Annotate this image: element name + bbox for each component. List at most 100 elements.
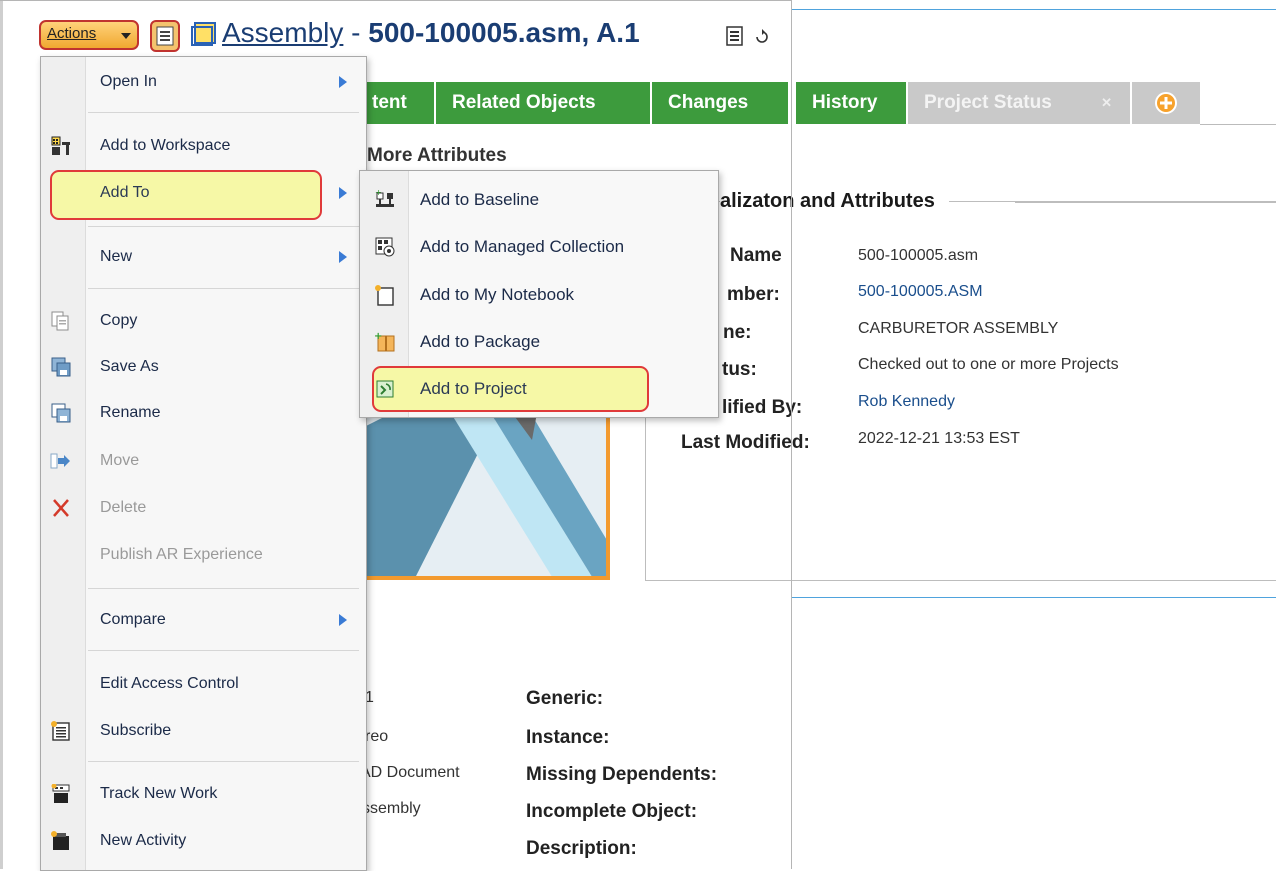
menu-item-edit-access-control[interactable]: Edit Access Control — [40, 665, 365, 703]
save-as-icon — [51, 357, 71, 377]
menu-item-save-as[interactable]: Save As — [40, 348, 365, 386]
submenu-item-add-to-package[interactable]: + Add to Package — [360, 319, 718, 365]
attr-value-number[interactable]: 500-100005.ASM — [858, 283, 983, 301]
submenu-item-add-to-managed-collection[interactable]: Add to Managed Collection — [360, 224, 718, 270]
submenu-item-label: Add to My Notebook — [420, 285, 575, 304]
menu-item-label: Delete — [100, 499, 147, 516]
submenu-item-add-to-baseline[interactable]: + Add to Baseline — [360, 177, 718, 223]
object-type-label[interactable]: Assembly — [222, 17, 343, 48]
actions-button[interactable]: Actions — [39, 20, 139, 50]
attr-label-number: mber: — [727, 284, 780, 305]
menu-item-open-in[interactable]: Open In — [40, 63, 365, 101]
lower-value-type: AD Document — [360, 764, 460, 781]
menu-item-new[interactable]: New — [40, 238, 365, 276]
assembly-icon — [191, 22, 216, 46]
baseline-icon: + — [375, 189, 394, 207]
submenu-arrow-icon — [339, 187, 347, 199]
tab-label: History — [812, 92, 878, 113]
menu-item-label: Edit Access Control — [100, 675, 239, 692]
svg-text:+: + — [374, 331, 382, 342]
menu-separator — [88, 112, 359, 113]
attr-value-status: Checked out to one or more Projects — [858, 356, 1119, 373]
copy-icon — [51, 311, 69, 331]
refresh-icon[interactable] — [753, 28, 771, 46]
menu-item-label: Rename — [100, 404, 161, 421]
package-icon: + — [374, 331, 395, 352]
menu-item-add-to-workspace[interactable]: Add to Workspace — [40, 127, 365, 165]
attr-label-name: Name — [730, 245, 782, 266]
tab-label: tent — [372, 92, 407, 113]
attr-value-modified-by[interactable]: Rob Kennedy — [858, 393, 955, 411]
submenu-item-label: Add to Baseline — [420, 190, 540, 209]
tab-related-objects[interactable]: Related Objects — [436, 82, 650, 124]
more-attributes-link[interactable]: More Attributes — [367, 145, 507, 167]
attr-label-status: tus: — [722, 359, 757, 380]
frame-right-edge — [791, 0, 792, 869]
submenu-item-label: Add to Project — [420, 379, 527, 398]
menu-separator — [88, 650, 359, 651]
menu-separator — [88, 226, 359, 227]
menu-separator — [88, 761, 359, 762]
model-thumbnail-image — [354, 402, 606, 576]
tab-content[interactable]: tent — [356, 82, 434, 124]
menu-item-subscribe[interactable]: Subscribe — [40, 712, 365, 750]
menu-item-delete: Delete — [40, 489, 365, 527]
section-title-line — [1015, 202, 1276, 203]
managed-collection-icon — [375, 237, 395, 257]
document-list-icon — [156, 26, 174, 46]
attr-label-name2: ne: — [723, 322, 752, 343]
project-icon — [376, 380, 394, 398]
menu-item-label: Move — [100, 452, 140, 469]
divider-top — [792, 9, 1276, 10]
menu-item-add-to[interactable]: Add To — [40, 174, 365, 212]
tab-label: Project Status — [924, 92, 1052, 113]
actions-menu-items: Open In Add to Workspace Add To New Copy — [40, 56, 365, 869]
menu-item-move: Move — [40, 442, 365, 480]
add-tab-button[interactable] — [1132, 82, 1200, 124]
tab-underline — [1200, 124, 1276, 125]
actions-button-label: Actions — [47, 25, 97, 42]
menu-item-new-activity[interactable]: New Activity — [40, 822, 365, 860]
menu-item-copy[interactable]: Copy — [40, 302, 365, 340]
attr-value-name: 500-100005.asm — [858, 247, 979, 264]
submenu-item-add-to-my-notebook[interactable]: Add to My Notebook — [360, 272, 718, 318]
frame-left-edge — [0, 0, 3, 869]
info-page-button[interactable] — [150, 20, 180, 52]
lower-value-authoring-app: reo — [365, 728, 389, 745]
lower-label-description: Description: — [526, 838, 637, 859]
menu-item-label: New Activity — [100, 832, 187, 849]
checklist-icon[interactable] — [725, 25, 745, 47]
menu-item-label: Open In — [100, 73, 157, 90]
tab-label: Related Objects — [452, 92, 596, 113]
lower-label-instance: Instance: — [526, 727, 610, 748]
tab-changes[interactable]: Changes — [652, 82, 788, 124]
rename-icon — [51, 403, 71, 423]
notebook-icon — [375, 285, 394, 306]
section-title: alizaton and Attributes — [720, 190, 949, 213]
lower-label-generic: Generic: — [526, 688, 604, 709]
tab-history[interactable]: History — [796, 82, 906, 124]
menu-separator — [88, 288, 359, 289]
track-work-icon — [51, 784, 70, 803]
add-tab-icon — [1155, 92, 1177, 114]
tab-project-status[interactable]: Project Status ✕ — [908, 82, 1130, 124]
chevron-down-icon — [121, 33, 131, 39]
menu-item-rename[interactable]: Rename — [40, 394, 365, 432]
new-activity-icon — [51, 831, 69, 850]
model-thumbnail[interactable] — [350, 402, 610, 580]
close-tab-icon[interactable]: ✕ — [1101, 82, 1112, 124]
svg-text:+: + — [375, 189, 382, 197]
title-separator: - — [343, 17, 369, 48]
submenu-item-label: Add to Managed Collection — [420, 237, 625, 256]
tab-label: Changes — [668, 92, 749, 113]
menu-item-track-new-work[interactable]: Track New Work — [40, 775, 365, 813]
menu-item-label: Compare — [100, 611, 166, 628]
move-icon — [50, 453, 70, 469]
menu-item-compare[interactable]: Compare — [40, 601, 365, 639]
submenu-arrow-icon — [339, 614, 347, 626]
submenu-item-add-to-project[interactable]: Add to Project — [360, 366, 718, 412]
add-to-submenu: + Add to Baseline Add to Managed Collect… — [359, 170, 719, 418]
menu-item-label: Subscribe — [100, 722, 172, 739]
attr-value-last-modified: 2022-12-21 13:53 EST — [858, 430, 1020, 447]
lower-value-category: ssembly — [362, 800, 421, 817]
